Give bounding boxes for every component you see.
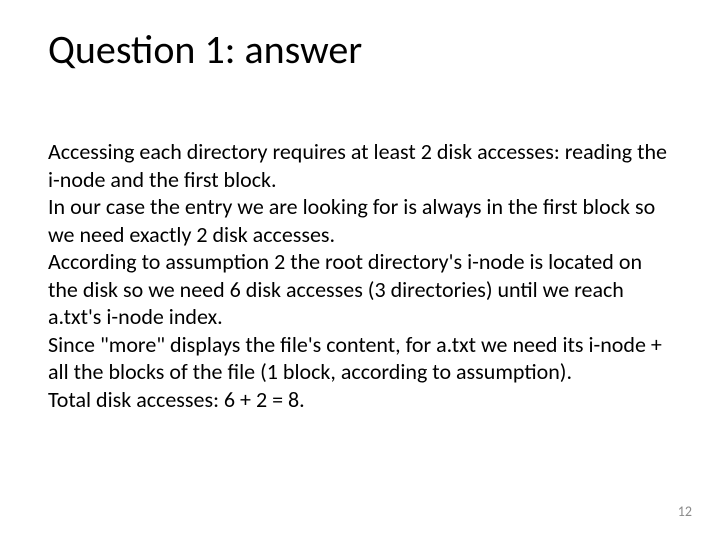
slide-body: Accessing each directory requires at lea…: [48, 138, 672, 413]
page-number: 12: [678, 503, 692, 520]
slide: Question 1: answer Accessing each direct…: [0, 0, 720, 540]
slide-title: Question 1: answer: [48, 28, 362, 72]
